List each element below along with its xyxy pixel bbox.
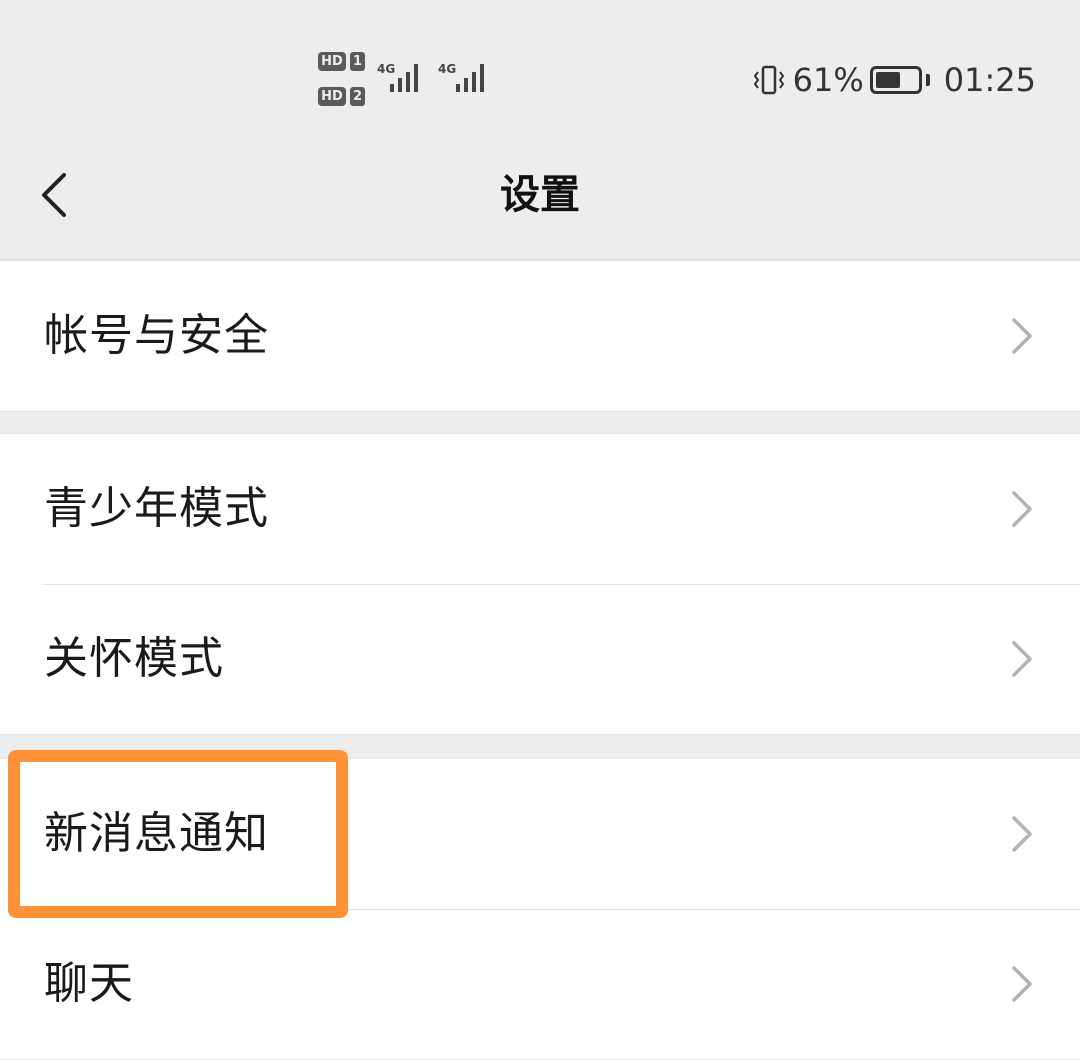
settings-item-chat[interactable]: 聊天 xyxy=(0,909,1080,1059)
settings-group-account: 帐号与安全 xyxy=(0,260,1080,412)
page-title: 设置 xyxy=(500,172,580,218)
settings-item-teen-mode[interactable]: 青少年模式 xyxy=(0,434,1080,584)
settings-item-account-security[interactable]: 帐号与安全 xyxy=(0,261,1080,411)
settings-item-label: 帐号与安全 xyxy=(44,310,269,361)
battery-icon xyxy=(869,66,922,94)
settings-item-label: 新消息通知 xyxy=(44,808,269,859)
settings-group-messages: 新消息通知 聊天 xyxy=(0,758,1080,1060)
hd-badge-sim2: HD xyxy=(318,87,346,106)
nav-bar: 设置 xyxy=(0,150,1080,260)
chevron-right-icon xyxy=(1012,318,1032,354)
settings-item-care-mode[interactable]: 关怀模式 xyxy=(0,584,1080,734)
battery-tip xyxy=(925,74,930,86)
settings-item-new-message-notification[interactable]: 新消息通知 xyxy=(0,759,1080,909)
vibrate-icon xyxy=(753,65,784,95)
chevron-right-icon xyxy=(1012,816,1032,852)
network-type-sim2: 4G xyxy=(438,62,457,76)
chevron-right-icon xyxy=(1012,491,1032,527)
signal-sim1-icon xyxy=(390,62,430,92)
sim2-number: 2 xyxy=(350,87,365,106)
battery-fill xyxy=(875,72,900,88)
status-bar: HD 1 HD 2 4G 4G 61% 01:25 xyxy=(0,0,1080,150)
settings-item-label: 青少年模式 xyxy=(44,483,269,534)
settings-item-label: 关怀模式 xyxy=(44,633,224,684)
sim1-number: 1 xyxy=(350,52,365,71)
chevron-right-icon xyxy=(1012,641,1032,677)
battery-percent: 61% xyxy=(792,61,864,99)
status-right: 61% 01:25 xyxy=(751,58,1036,102)
settings-item-label: 聊天 xyxy=(44,958,134,1009)
settings-group-modes: 青少年模式 关怀模式 xyxy=(0,433,1080,735)
hd-badge-sim1: HD xyxy=(318,52,346,71)
chevron-right-icon xyxy=(1012,966,1032,1002)
sim-status: HD 1 HD 2 4G 4G xyxy=(318,52,493,108)
signal-sim2-icon xyxy=(456,62,496,92)
clock: 01:25 xyxy=(943,61,1036,99)
